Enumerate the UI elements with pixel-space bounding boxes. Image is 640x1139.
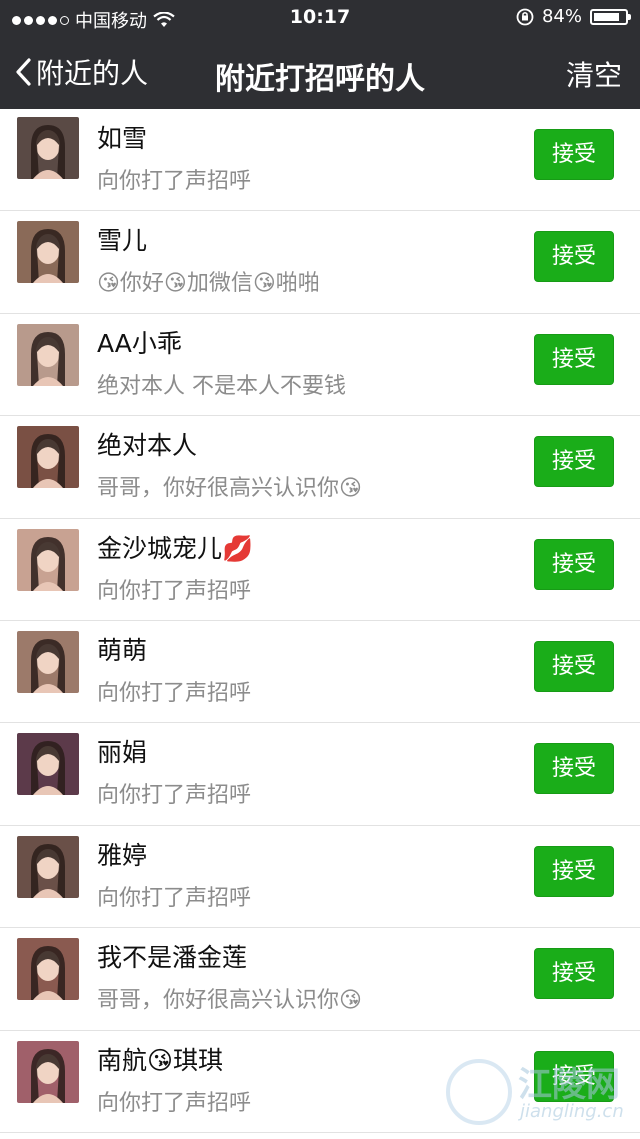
battery-icon xyxy=(590,8,631,25)
accept-button[interactable]: 接受 xyxy=(534,640,614,692)
greeting-message: 向你打了声招呼 xyxy=(97,578,252,604)
avatar[interactable] xyxy=(17,733,79,796)
list-item[interactable]: 丽娟向你打了声招呼 接受 xyxy=(0,723,640,826)
navigation-bar: 附近的人 附近打招呼的人 清空 xyxy=(0,36,640,109)
orientation-lock-icon xyxy=(516,8,534,25)
avatar[interactable] xyxy=(17,630,79,693)
contact-name: 金沙城宠儿💋 xyxy=(97,533,254,563)
avatar[interactable] xyxy=(17,323,79,386)
greeting-list: 如雪 向你打了声招呼 接受 雪儿 😘你好😘加微信😘啪啪 接受 AA小乖 绝对本人 不是本人不要… xyxy=(0,109,640,1133)
accept-button[interactable]: 接受 xyxy=(534,231,614,283)
contact-name: 如雪 xyxy=(97,124,148,153)
contact-name: 雪儿 xyxy=(97,226,148,256)
avatar[interactable] xyxy=(17,1040,79,1103)
avatar[interactable] xyxy=(17,221,79,284)
accept-button[interactable]: 接受 xyxy=(534,743,614,795)
watermark-logo xyxy=(446,1059,512,1125)
greeting-message: 绝对本人 不是本人不要钱 xyxy=(97,373,346,399)
list-item[interactable]: 我不是潘金莲哥哥，你好很高兴认识你😘 接受 xyxy=(0,928,640,1031)
accept-button[interactable]: 接受 xyxy=(534,333,614,385)
status-bar: 中国移动 10:17 84% xyxy=(0,0,640,36)
accept-button[interactable]: 接受 xyxy=(534,436,614,488)
greeting-message: 哥哥，你好很高兴认识你😘 xyxy=(97,476,362,502)
accept-button[interactable]: 接受 xyxy=(534,538,614,590)
contact-name: 雅婷 xyxy=(97,840,148,870)
contact-name: AA小乖 xyxy=(97,328,182,358)
accept-button[interactable]: 接受 xyxy=(534,845,614,897)
list-item[interactable]: 雅婷向你打了声招呼 接受 xyxy=(0,826,640,929)
greeting-message: 哥哥，你好很高兴认识你😘 xyxy=(97,988,362,1014)
contact-name: 丽娟 xyxy=(97,738,148,768)
greeting-message: 向你打了声招呼 xyxy=(97,1090,252,1116)
status-right: 84% xyxy=(516,6,631,27)
watermark: 江陵网 jiangling.cn xyxy=(446,1053,636,1135)
greeting-message: 向你打了声招呼 xyxy=(97,169,252,194)
avatar[interactable] xyxy=(17,835,79,898)
avatar[interactable] xyxy=(17,938,79,1001)
list-item[interactable]: 雪儿 😘你好😘加微信😘啪啪 接受 xyxy=(0,211,640,314)
list-item[interactable]: 绝对本人哥哥，你好很高兴认识你😘 接受 xyxy=(0,416,640,519)
watermark-sub: jiangling.cn xyxy=(520,1101,624,1122)
list-item[interactable]: 如雪向你打了声招呼 接受 xyxy=(0,109,640,212)
battery-percent: 84% xyxy=(541,6,582,27)
greeting-message: 向你打了声招呼 xyxy=(97,680,252,706)
avatar[interactable] xyxy=(17,426,79,489)
contact-name: 萌萌 xyxy=(97,635,148,665)
accept-button[interactable]: 接受 xyxy=(534,129,614,180)
app-header: 中国移动 10:17 84% 附近的人 附近打招呼的人 清空 xyxy=(0,0,640,109)
avatar[interactable] xyxy=(17,117,79,179)
list-item[interactable]: AA小乖绝对本人 不是本人不要钱 接受 xyxy=(0,314,640,417)
list-item[interactable]: 萌萌向你打了声招呼 接受 xyxy=(0,621,640,724)
greeting-message: 向你打了声招呼 xyxy=(97,885,252,911)
clear-button[interactable]: 清空 xyxy=(566,54,622,94)
greeting-message: 😘你好😘加微信😘啪啪 xyxy=(97,271,320,297)
greeting-message: 向你打了声招呼 xyxy=(97,783,252,809)
avatar[interactable] xyxy=(17,528,79,591)
accept-button[interactable]: 接受 xyxy=(534,948,614,1000)
contact-name: 我不是潘金莲 xyxy=(97,943,248,973)
contact-name: 南航😘琪琪 xyxy=(97,1045,224,1075)
page-title: 附近打招呼的人 xyxy=(215,62,425,97)
watermark-text: 江陵网 xyxy=(518,1065,620,1105)
contact-name: 绝对本人 xyxy=(97,431,198,461)
list-item[interactable]: 金沙城宠儿💋 向你打了声招呼 接受 xyxy=(0,519,640,621)
